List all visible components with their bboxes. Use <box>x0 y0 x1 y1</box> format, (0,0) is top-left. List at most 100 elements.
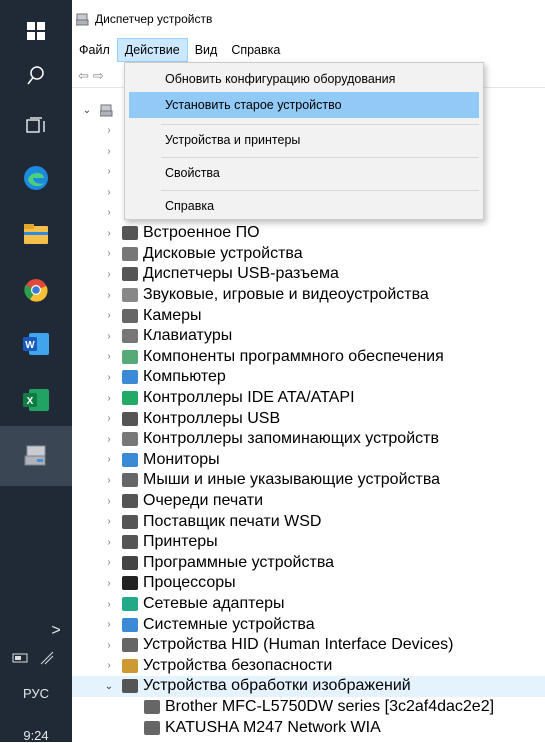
storage-controller-icon <box>122 432 138 447</box>
chevron-right-icon[interactable]: › <box>102 557 116 568</box>
tree-category[interactable]: › Устройства HID (Human Interface Devices… <box>72 635 545 656</box>
chevron-right-icon[interactable]: › <box>102 393 116 404</box>
chevron-right-icon[interactable]: › <box>102 290 116 301</box>
chevron-right-icon[interactable]: › <box>102 537 116 548</box>
chevron-right-icon[interactable]: › <box>102 516 116 527</box>
menu-file[interactable]: Файл <box>72 38 117 62</box>
word-icon: W <box>23 333 49 355</box>
back-button[interactable]: ⇦ <box>78 68 89 84</box>
tree-device[interactable]: Brother MFC-L5750DW series [3c2af4dac2e2… <box>72 697 545 718</box>
clock[interactable]: 9:24 <box>0 728 72 743</box>
wsd-printer-icon <box>122 514 138 529</box>
tree-category[interactable]: › Программные устройства <box>72 553 545 574</box>
tree-category-label: Диспетчеры USB-разъема <box>143 265 339 283</box>
tree-category[interactable]: › Компьютер <box>72 367 545 388</box>
search-icon <box>27 66 44 85</box>
forward-button[interactable]: ⇨ <box>93 68 104 84</box>
menu-view[interactable]: Вид <box>188 38 225 62</box>
chevron-down-icon[interactable]: ⌄ <box>102 681 116 692</box>
tree-category[interactable]: › Сетевые адаптеры <box>72 594 545 615</box>
chevron-right-icon[interactable]: › <box>102 434 116 445</box>
task-view-button[interactable] <box>0 98 72 154</box>
chevron-right-icon[interactable]: › <box>102 269 116 280</box>
tree-category[interactable]: › Встроенное ПО <box>72 223 545 244</box>
tree-category-label: Встроенное ПО <box>143 224 260 242</box>
chevron-right-icon[interactable]: › <box>102 496 116 507</box>
chevron-right-icon[interactable]: › <box>102 640 116 651</box>
chevron-right-icon[interactable]: › <box>102 660 116 671</box>
tree-category[interactable]: › Процессоры <box>72 573 545 594</box>
tree-category[interactable]: › Звуковые, игровые и видеоустройства <box>72 285 545 306</box>
taskbar-edge[interactable] <box>0 150 72 206</box>
taskbar-device-manager[interactable] <box>0 426 72 486</box>
tree-category[interactable]: › Очереди печати <box>72 491 545 512</box>
windows-icon <box>27 22 45 40</box>
chevron-right-icon[interactable]: › <box>102 475 116 486</box>
tree-category[interactable]: › Поставщик печати WSD <box>72 511 545 532</box>
tree-category[interactable]: › Системные устройства <box>72 614 545 635</box>
folder-icon <box>24 224 48 244</box>
tree-category-label: Контроллеры USB <box>143 409 281 427</box>
menu-item-help[interactable]: Справка <box>129 193 479 219</box>
menu-item-scan-hardware[interactable]: Обновить конфигурацию оборудования <box>129 66 479 92</box>
window-title: Диспетчер устройств <box>95 12 213 26</box>
search-button[interactable] <box>0 48 72 104</box>
chevron-right-icon[interactable]: › <box>102 331 116 342</box>
tree-category[interactable]: › Контроллеры запоминающих устройств <box>72 429 545 450</box>
app-icon <box>76 13 89 26</box>
tree-category[interactable]: ⌄ Устройства обработки изображений <box>72 676 545 697</box>
chevron-right-icon[interactable]: › <box>102 599 116 610</box>
taskbar-chrome[interactable] <box>0 262 72 318</box>
imaging-device-icon <box>122 679 138 694</box>
chevron-right-icon[interactable]: › <box>102 351 116 362</box>
menu-item-add-legacy[interactable]: Установить старое устройство <box>129 92 479 118</box>
tree-category-label: Очереди печати <box>143 492 264 510</box>
tree-category-label: Процессоры <box>143 574 236 592</box>
tree-category[interactable]: › Компоненты программного обеспечения <box>72 347 545 368</box>
chevron-right-icon[interactable]: › <box>102 372 116 383</box>
tree-category[interactable]: › Камеры <box>72 305 545 326</box>
tree-category[interactable]: › Диспетчеры USB-разъема <box>72 264 545 285</box>
disk-icon <box>122 246 138 261</box>
taskbar-file-explorer[interactable] <box>0 206 72 262</box>
chevron-right-icon[interactable]: › <box>102 310 116 321</box>
usb-icon <box>122 411 138 426</box>
tree-category-label: Камеры <box>143 306 202 324</box>
battery-wifi-icon <box>12 651 54 665</box>
chevron-right-icon[interactable]: › <box>102 619 116 630</box>
chevron-right-icon[interactable]: › <box>102 454 116 465</box>
hid-icon <box>122 638 138 653</box>
language-indicator[interactable]: РУС <box>0 686 72 701</box>
tree-category-label: Контроллеры IDE ATA/ATAPI <box>143 389 355 407</box>
tree-category[interactable]: › Принтеры <box>72 532 545 553</box>
svg-text:W: W <box>25 340 35 351</box>
chevron-right-icon[interactable]: › <box>102 413 116 424</box>
tree-category[interactable]: › Мониторы <box>72 450 545 471</box>
tree-category-label: Мониторы <box>143 450 220 468</box>
tree-category-label: Устройства HID (Human Interface Devices) <box>143 636 454 654</box>
menu-separator <box>161 190 479 191</box>
menu-item-devices-printers[interactable]: Устройства и принтеры <box>129 127 479 153</box>
menu-action[interactable]: Действие <box>116 38 188 62</box>
tree-category[interactable]: › Контроллеры USB <box>72 408 545 429</box>
chevron-right-icon[interactable]: › <box>102 578 116 589</box>
tree-device[interactable]: KATUSHA M247 Network WIA <box>72 717 545 738</box>
chevron-down-icon[interactable]: ⌄ <box>80 105 94 116</box>
monitor-icon <box>122 452 138 467</box>
menu-item-properties[interactable]: Свойства <box>129 160 479 186</box>
chevron-right-icon[interactable]: › <box>102 248 116 259</box>
tree-category[interactable]: › Мыши и иные указывающие устройства <box>72 470 545 491</box>
tree-category[interactable]: › Клавиатуры <box>72 326 545 347</box>
tree-category-label: Клавиатуры <box>143 327 233 345</box>
taskbar-excel[interactable]: X <box>0 372 72 428</box>
scanner-icon <box>144 700 160 715</box>
edge-icon <box>24 166 48 190</box>
taskbar-word[interactable]: W <box>0 316 72 372</box>
svg-text:X: X <box>27 396 34 407</box>
chevron-right-icon[interactable]: › <box>102 228 116 239</box>
tree-category[interactable]: › Контроллеры IDE ATA/ATAPI <box>72 388 545 409</box>
tree-category[interactable]: › Дисковые устройства <box>72 244 545 265</box>
menu-help[interactable]: Справка <box>224 38 287 62</box>
tree-device-label: KATUSHA M247 Network WIA <box>165 718 381 736</box>
tree-category[interactable]: › Устройства безопасности <box>72 656 545 677</box>
